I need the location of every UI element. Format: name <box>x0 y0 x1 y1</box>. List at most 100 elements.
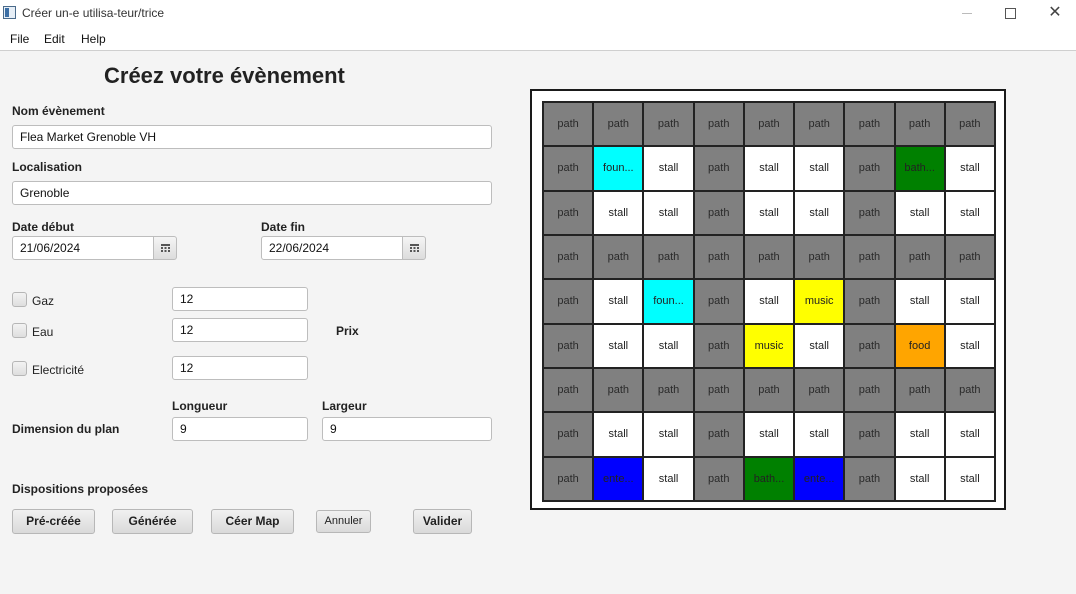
start-date-input[interactable]: 21/06/2024 <box>12 236 154 260</box>
map-cell-stall[interactable]: stall <box>743 146 795 191</box>
map-cell-path[interactable]: path <box>844 367 895 413</box>
gas-price-input[interactable]: 12 <box>172 287 308 311</box>
map-cell-path[interactable]: path <box>543 323 594 368</box>
map-cell-path[interactable]: path <box>743 367 795 413</box>
event-name-input[interactable]: Flea Market Grenoble VH <box>12 125 492 149</box>
map-cell-path[interactable]: path <box>693 146 744 191</box>
map-cell-stall[interactable]: stall <box>593 323 644 368</box>
length-input[interactable]: 9 <box>172 417 308 441</box>
map-cell-path[interactable]: path <box>894 102 945 147</box>
map-cell-stall[interactable]: stall <box>944 323 995 368</box>
map-cell-path[interactable]: path <box>693 102 744 147</box>
map-cell-path[interactable]: path <box>944 367 995 413</box>
map-cell-path[interactable]: path <box>643 102 694 147</box>
map-cell-path[interactable]: path <box>543 367 594 413</box>
map-cell-path[interactable]: path <box>593 234 644 280</box>
end-date-calendar-button[interactable] <box>402 236 426 260</box>
create-map-button[interactable]: Céer Map <box>211 509 294 534</box>
map-cell-path[interactable]: path <box>693 279 744 324</box>
map-cell-path[interactable]: path <box>844 412 895 457</box>
map-cell-stall[interactable]: stall <box>944 456 995 501</box>
map-cell-stall[interactable]: stall <box>643 190 694 235</box>
maximize-button[interactable] <box>988 0 1034 28</box>
map-cell-stall[interactable]: stall <box>743 412 795 457</box>
map-cell-fountain[interactable]: foun... <box>643 279 694 324</box>
width-input[interactable]: 9 <box>322 417 492 441</box>
map-cell-stall[interactable]: stall <box>643 323 694 368</box>
map-cell-path[interactable]: path <box>794 102 845 147</box>
map-cell-music[interactable]: music <box>743 323 795 368</box>
map-cell-bathroom[interactable]: bath... <box>894 146 945 191</box>
map-cell-stall[interactable]: stall <box>743 279 795 324</box>
map-cell-entrance[interactable]: ente... <box>593 456 644 501</box>
end-date-input[interactable]: 22/06/2024 <box>261 236 403 260</box>
map-cell-path[interactable]: path <box>844 456 895 501</box>
map-cell-path[interactable]: path <box>693 190 744 235</box>
map-cell-stall[interactable]: stall <box>593 190 644 235</box>
electricity-checkbox[interactable] <box>12 361 27 376</box>
map-cell-path[interactable]: path <box>693 323 744 368</box>
start-date-calendar-button[interactable] <box>153 236 177 260</box>
map-cell-stall[interactable]: stall <box>894 279 945 324</box>
map-cell-stall[interactable]: stall <box>593 279 644 324</box>
map-cell-stall[interactable]: stall <box>944 412 995 457</box>
menu-help[interactable]: Help <box>81 32 106 46</box>
map-cell-stall[interactable]: stall <box>944 279 995 324</box>
map-cell-food[interactable]: food <box>894 323 945 368</box>
precreated-button[interactable]: Pré-créée <box>12 509 95 534</box>
map-cell-path[interactable]: path <box>944 102 995 147</box>
map-cell-stall[interactable]: stall <box>944 190 995 235</box>
map-cell-path[interactable]: path <box>844 234 895 280</box>
map-cell-stall[interactable]: stall <box>794 323 845 368</box>
map-cell-path[interactable]: path <box>543 412 594 457</box>
map-cell-path[interactable]: path <box>593 367 644 413</box>
map-cell-path[interactable]: path <box>543 146 594 191</box>
map-cell-stall[interactable]: stall <box>894 190 945 235</box>
map-cell-path[interactable]: path <box>894 367 945 413</box>
map-cell-stall[interactable]: stall <box>643 146 694 191</box>
map-cell-path[interactable]: path <box>693 456 744 501</box>
menu-edit[interactable]: Edit <box>44 32 65 46</box>
map-cell-stall[interactable]: stall <box>593 412 644 457</box>
map-cell-path[interactable]: path <box>693 412 744 457</box>
menu-file[interactable]: File <box>10 32 29 46</box>
map-cell-path[interactable]: path <box>693 367 744 413</box>
map-cell-fountain[interactable]: foun... <box>593 146 644 191</box>
map-cell-path[interactable]: path <box>844 146 895 191</box>
map-cell-path[interactable]: path <box>543 190 594 235</box>
map-cell-stall[interactable]: stall <box>894 412 945 457</box>
minimize-button[interactable] <box>944 0 990 28</box>
map-cell-path[interactable]: path <box>944 234 995 280</box>
map-cell-path[interactable]: path <box>593 102 644 147</box>
map-cell-stall[interactable]: stall <box>743 190 795 235</box>
map-cell-path[interactable]: path <box>794 234 845 280</box>
map-cell-stall[interactable]: stall <box>794 412 845 457</box>
water-checkbox[interactable] <box>12 323 27 338</box>
map-cell-stall[interactable]: stall <box>643 412 694 457</box>
generated-button[interactable]: Générée <box>112 509 193 534</box>
map-cell-stall[interactable]: stall <box>794 190 845 235</box>
map-cell-path[interactable]: path <box>543 102 594 147</box>
map-cell-path[interactable]: path <box>844 323 895 368</box>
map-cell-stall[interactable]: stall <box>894 456 945 501</box>
map-cell-path[interactable]: path <box>894 234 945 280</box>
map-cell-path[interactable]: path <box>643 367 694 413</box>
location-input[interactable]: Grenoble <box>12 181 492 205</box>
map-cell-stall[interactable]: stall <box>794 146 845 191</box>
validate-button[interactable]: Valider <box>413 509 472 534</box>
water-price-input[interactable]: 12 <box>172 318 308 342</box>
close-button[interactable]: ✕ <box>1032 0 1076 28</box>
map-cell-path[interactable]: path <box>543 234 594 280</box>
map-cell-bathroom[interactable]: bath... <box>743 456 795 501</box>
map-cell-path[interactable]: path <box>693 234 744 280</box>
map-cell-music[interactable]: music <box>794 279 845 324</box>
map-cell-path[interactable]: path <box>844 102 895 147</box>
map-cell-path[interactable]: path <box>543 279 594 324</box>
map-cell-path[interactable]: path <box>743 234 795 280</box>
map-cell-path[interactable]: path <box>543 456 594 501</box>
electricity-price-input[interactable]: 12 <box>172 356 308 380</box>
gas-checkbox[interactable] <box>12 292 27 307</box>
map-cell-path[interactable]: path <box>643 234 694 280</box>
map-cell-entrance[interactable]: ente... <box>794 456 845 501</box>
map-cell-path[interactable]: path <box>794 367 845 413</box>
